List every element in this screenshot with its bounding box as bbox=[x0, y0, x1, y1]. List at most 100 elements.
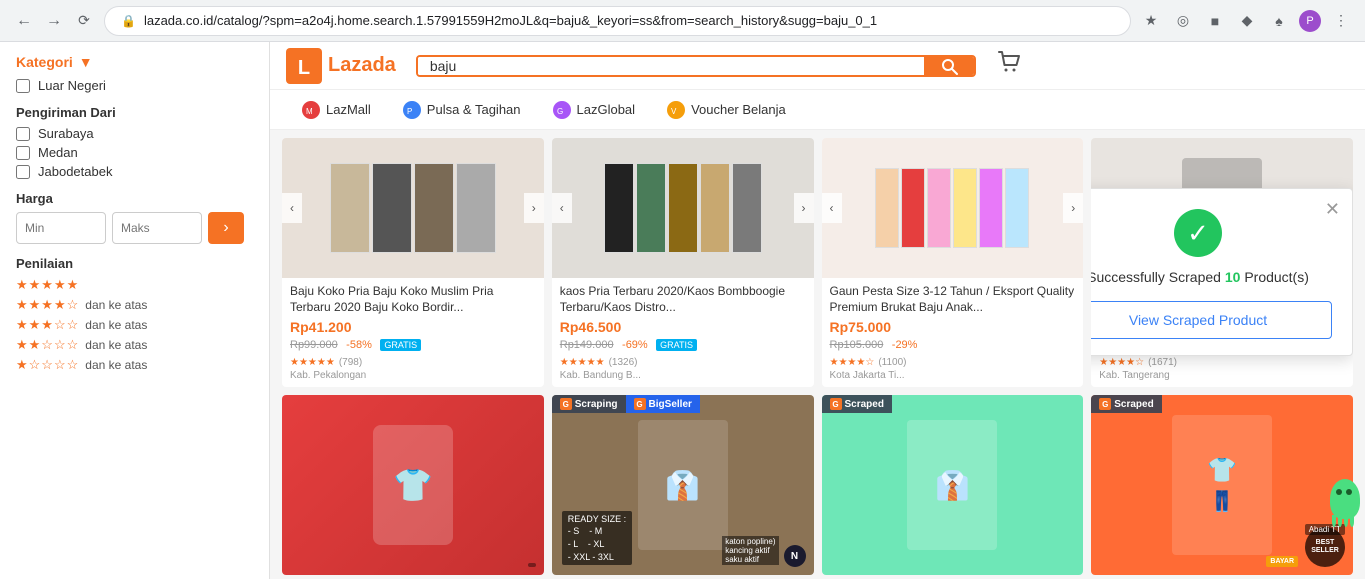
kategori-label: Kategori bbox=[16, 54, 73, 70]
product-location-4: Kab. Tangerang bbox=[1099, 370, 1345, 381]
rating-4-label: dan ke atas bbox=[85, 298, 147, 312]
product-card-8[interactable]: 👕 👖 G Scraped BESTSELLER BAYAR Abadi TT bbox=[1091, 395, 1353, 575]
jabodetabek-label: Jabodetabek bbox=[38, 164, 112, 179]
back-button[interactable]: ← bbox=[12, 9, 36, 33]
cart-icon bbox=[996, 49, 1024, 77]
product-card-1[interactable]: ‹ › Baju Koko Pria Baju Koko Muslim Pria… bbox=[282, 138, 544, 387]
product-img-3: ‹ › bbox=[822, 138, 1084, 278]
min-input[interactable] bbox=[16, 212, 106, 244]
img-nav-right-1[interactable]: › bbox=[524, 193, 544, 223]
rating-5-row[interactable]: ★★★★★ bbox=[16, 277, 253, 293]
rating-4-row[interactable]: ★★★★☆ dan ke atas bbox=[16, 297, 253, 313]
product-card-7[interactable]: 👔 G Scraped bbox=[822, 395, 1084, 575]
decoration-character bbox=[1325, 479, 1365, 539]
cat-lazmall[interactable]: M LazMall bbox=[286, 90, 387, 130]
bookmark-button[interactable]: ★ bbox=[1139, 9, 1163, 33]
stars-2: ★★☆☆☆ bbox=[16, 337, 79, 353]
product-name-1: Baju Koko Pria Baju Koko Muslim Pria Ter… bbox=[290, 284, 536, 315]
nav-buttons: ← → ⟳ bbox=[12, 9, 96, 33]
search-icon bbox=[940, 57, 958, 75]
logo-text: Lazada bbox=[328, 54, 396, 77]
g-icon-8: G bbox=[1099, 398, 1111, 410]
g-icon-6: G bbox=[560, 398, 572, 410]
product-card-3[interactable]: ‹ › Gaun Pesta Size 3-12 Tahun / Ekspo bbox=[822, 138, 1084, 387]
maks-input[interactable] bbox=[112, 212, 202, 244]
product-card-5[interactable]: 👕 bbox=[282, 395, 544, 575]
scraped-label-8: Scraped bbox=[1114, 399, 1153, 410]
medan-checkbox[interactable]: Medan bbox=[16, 145, 253, 160]
rating-1-row[interactable]: ★☆☆☆☆ dan ke atas bbox=[16, 357, 253, 373]
refresh-button[interactable]: ⟳ bbox=[72, 9, 96, 33]
extension4-button[interactable]: ♠ bbox=[1267, 9, 1291, 33]
scraped-label-6: G Scraping bbox=[552, 395, 626, 413]
jabodetabek-input[interactable] bbox=[16, 165, 30, 179]
cat-lazglobal[interactable]: G LazGlobal bbox=[537, 90, 652, 130]
img-nav-left-1[interactable]: ‹ bbox=[282, 193, 302, 223]
img-nav-left-2[interactable]: ‹ bbox=[552, 193, 572, 223]
harga-submit-button[interactable]: › bbox=[208, 212, 244, 244]
surabaya-input[interactable] bbox=[16, 127, 30, 141]
address-bar[interactable]: 🔒 lazada.co.id/catalog/?spm=a2o4j.home.s… bbox=[104, 6, 1131, 36]
product-description-tag: katon popline)kancing aktifsaku aktif bbox=[722, 536, 778, 565]
bigseller-badge-6: G BigSeller bbox=[626, 395, 700, 413]
forward-button[interactable]: → bbox=[42, 9, 66, 33]
product-card-2[interactable]: ‹ › kaos Pria Terbaru 2020/Kaos Bombboog… bbox=[552, 138, 814, 387]
product-price-2: Rp46.500 bbox=[560, 319, 806, 335]
stars-5: ★★★★★ bbox=[16, 277, 79, 293]
g-icon-7: G bbox=[830, 398, 842, 410]
search-input[interactable] bbox=[418, 57, 924, 75]
product-card-6[interactable]: 👔 READY SIZE :- S - M- L - XL- XXL - 3XL… bbox=[552, 395, 814, 575]
free-ship-badge-2: GRATIS bbox=[656, 339, 697, 351]
ready-size-tag: READY SIZE :- S - M- L - XL- XXL - 3XL bbox=[562, 511, 632, 565]
penilaian-title: Penilaian bbox=[16, 256, 253, 271]
luar-negeri-checkbox[interactable]: Luar Negeri bbox=[16, 78, 253, 93]
surabaya-checkbox[interactable]: Surabaya bbox=[16, 126, 253, 141]
stars-1: ★☆☆☆☆ bbox=[16, 357, 79, 373]
product-location-2: Kab. Bandung B... bbox=[560, 370, 806, 381]
product-rating-3: ★★★★☆ (1100) bbox=[830, 357, 1076, 368]
g-icon-bigseller: G bbox=[634, 398, 646, 410]
product-img-2: ‹ › bbox=[552, 138, 814, 278]
product-stars-3: ★★★★☆ bbox=[830, 357, 875, 368]
main-area: L Lazada bbox=[270, 42, 1365, 579]
view-scraped-product-button[interactable]: View Scraped Product bbox=[1091, 301, 1332, 339]
profile-button[interactable]: P bbox=[1299, 10, 1321, 32]
rating-2-label: dan ke atas bbox=[85, 338, 147, 352]
cat-voucher[interactable]: V Voucher Belanja bbox=[651, 90, 802, 130]
harga-title: Harga bbox=[16, 191, 253, 206]
rating-2-row[interactable]: ★★☆☆☆ dan ke atas bbox=[16, 337, 253, 353]
scraped-badge-7: G Scraped bbox=[822, 395, 892, 413]
view-scraped-product-label: View Scraped Product bbox=[1129, 312, 1267, 328]
menu-button[interactable]: ⋮ bbox=[1329, 9, 1353, 33]
product-card-4[interactable]: Kaos Pria Distro VESPA Scooter Skuter Co… bbox=[1091, 138, 1353, 387]
lazglobal-dot: G bbox=[553, 101, 571, 119]
kategori-header[interactable]: Kategori ▼ bbox=[16, 54, 253, 70]
notification-title: Successfully Scraped 10 Product(s) bbox=[1091, 269, 1332, 285]
img-nav-left-3[interactable]: ‹ bbox=[822, 193, 842, 223]
cat-bar: M LazMall P Pulsa & Tagihan G LazGlobal … bbox=[270, 90, 1365, 130]
cat-pulsa[interactable]: P Pulsa & Tagihan bbox=[387, 90, 537, 130]
rating-3-row[interactable]: ★★★☆☆ dan ke atas bbox=[16, 317, 253, 333]
rating-3-label: dan ke atas bbox=[85, 318, 147, 332]
lazglobal-label: LazGlobal bbox=[577, 102, 636, 117]
medan-label: Medan bbox=[38, 145, 78, 160]
extension2-button[interactable]: ■ bbox=[1203, 9, 1227, 33]
product-discount-3: -29% bbox=[892, 339, 918, 351]
search-button[interactable] bbox=[924, 57, 974, 75]
success-check-icon: ✓ bbox=[1174, 209, 1222, 257]
chevron-down-icon: ▼ bbox=[79, 54, 93, 70]
notification-text-after: Product(s) bbox=[1244, 269, 1309, 285]
product-img-1: ‹ › bbox=[282, 138, 544, 278]
medan-input[interactable] bbox=[16, 146, 30, 160]
extension3-button[interactable]: ◆ bbox=[1235, 9, 1259, 33]
extension1-button[interactable]: ◎ bbox=[1171, 9, 1195, 33]
product-original-3: Rp105.000 bbox=[830, 339, 884, 351]
img-nav-right-2[interactable]: › bbox=[794, 193, 814, 223]
product-discount-1: -58% bbox=[346, 339, 372, 351]
luar-negeri-input[interactable] bbox=[16, 79, 30, 93]
close-notification-button[interactable]: ✕ bbox=[1325, 199, 1340, 220]
jabodetabek-checkbox[interactable]: Jabodetabek bbox=[16, 164, 253, 179]
pulsa-label: Pulsa & Tagihan bbox=[427, 102, 521, 117]
img-nav-right-3[interactable]: › bbox=[1063, 193, 1083, 223]
cart-button[interactable] bbox=[996, 49, 1024, 83]
